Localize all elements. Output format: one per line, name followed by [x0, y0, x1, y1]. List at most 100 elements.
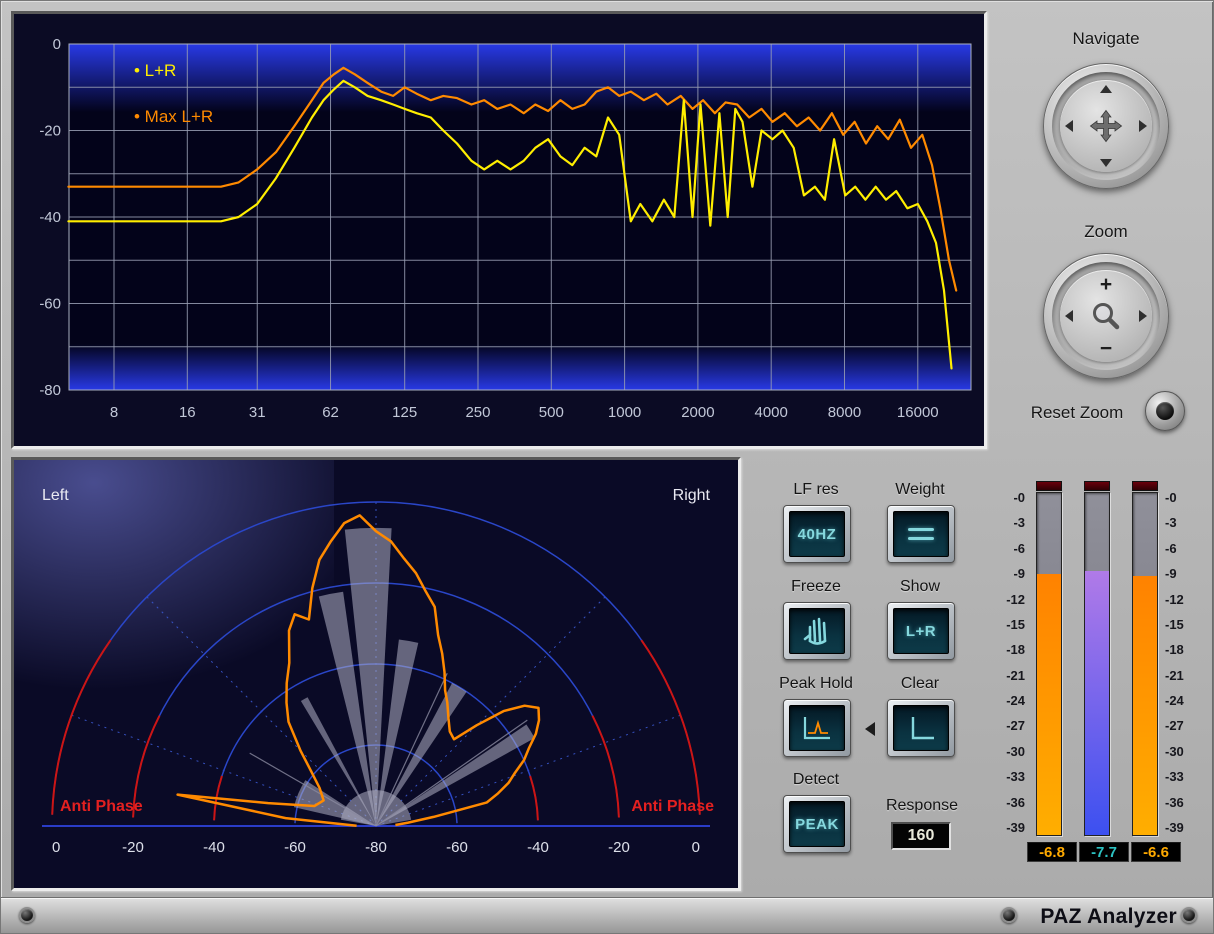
meter-scale-tick: -30: [1165, 744, 1184, 760]
meter-left-readout[interactable]: -6.8: [1027, 842, 1077, 862]
clip-indicator-left[interactable]: [1036, 481, 1062, 491]
reset-zoom-button[interactable]: [1145, 391, 1185, 431]
zoom-in-icon[interactable]: +: [1100, 274, 1112, 295]
y-axis-tick: -40: [39, 209, 61, 226]
meter-right: [1132, 492, 1158, 836]
magnifier-icon[interactable]: [1089, 299, 1123, 333]
meter-scale-tick: -39: [1165, 820, 1184, 836]
meter-scale-tick: -6: [1013, 541, 1025, 557]
polar-axis-tick: -60: [284, 839, 306, 856]
meter-scale-tick: -9: [1013, 566, 1025, 582]
bottom-bar: PAZ Analyzer: [1, 897, 1214, 934]
clip-indicator-mid[interactable]: [1084, 481, 1110, 491]
weight-icon: [908, 528, 934, 540]
zoom-right-icon[interactable]: [1139, 310, 1147, 322]
zoom-pad[interactable]: + −: [1043, 253, 1169, 379]
zoom-left-icon[interactable]: [1065, 310, 1073, 322]
meter-scale-tick: -15: [1006, 617, 1025, 633]
y-axis-tick: -20: [39, 123, 61, 140]
antiphase-label-right: Anti Phase: [631, 798, 714, 815]
meter-scale-tick: -12: [1006, 592, 1025, 608]
polar-axis-tick: -20: [122, 839, 144, 856]
meter-scale-tick: -27: [1165, 718, 1184, 734]
navigate-right-icon[interactable]: [1139, 120, 1147, 132]
x-axis-tick: 2000: [681, 404, 714, 421]
lf-res-value: 40HZ: [798, 526, 837, 543]
lf-res-button[interactable]: 40HZ: [783, 505, 851, 563]
meter-scale-tick: -0: [1165, 490, 1177, 506]
weight-button[interactable]: [887, 505, 955, 563]
meter-scale-tick: -24: [1006, 693, 1025, 709]
meter-scale-tick: -6: [1165, 541, 1177, 557]
meter-mid: [1084, 492, 1110, 836]
navigate-down-icon[interactable]: [1100, 159, 1112, 167]
navigate-left-icon[interactable]: [1065, 120, 1073, 132]
meter-scale-tick: -12: [1165, 592, 1184, 608]
stereo-position-chart: LeftRightAnti PhaseAnti Phase0-20-40-60-…: [14, 460, 738, 888]
response-value: 160: [908, 827, 935, 845]
polar-axis-tick: 0: [692, 839, 700, 856]
navigate-pad[interactable]: [1043, 63, 1169, 189]
freeze-button[interactable]: [783, 602, 851, 660]
freeze-label: Freeze: [756, 578, 876, 596]
meter-scale-tick: -24: [1165, 693, 1184, 709]
meter-scale-tick: -18: [1165, 642, 1184, 658]
peak-hold-button[interactable]: [783, 699, 851, 757]
meter-right-readout[interactable]: -6.6: [1131, 842, 1181, 862]
detect-button[interactable]: PEAK: [783, 795, 851, 853]
x-axis-tick: 125: [392, 404, 417, 421]
show-button[interactable]: L+R: [887, 602, 955, 660]
meter-scale-tick: -21: [1165, 668, 1184, 684]
x-axis-tick: 4000: [755, 404, 788, 421]
meter-scale-tick: -36: [1165, 795, 1184, 811]
y-axis-tick: 0: [53, 36, 61, 53]
meter-mid-fill: [1085, 571, 1109, 835]
polar-axis-tick: -60: [446, 839, 468, 856]
clip-indicator-right[interactable]: [1132, 481, 1158, 491]
antiphase-label-left: Anti Phase: [60, 798, 143, 815]
zoom-label: Zoom: [1041, 222, 1171, 242]
meter-scale-tick: -21: [1006, 668, 1025, 684]
meter-scale-tick: -9: [1165, 566, 1177, 582]
navigate-cross-icon[interactable]: [1088, 108, 1124, 144]
polar-axis-tick: -20: [608, 839, 630, 856]
response-display[interactable]: 160: [891, 822, 951, 850]
meter-scale-right: -0 -3 -6 -9 -12 -15 -18 -21 -24 -27 -30 -33 -36 -39: [1165, 490, 1203, 836]
meter-scale-tick: -3: [1165, 515, 1177, 531]
round-knob-icon-right[interactable]: [1181, 907, 1197, 923]
clear-button[interactable]: [887, 699, 955, 757]
meter-scale-tick: -33: [1165, 769, 1184, 785]
polar-axis-tick: -40: [203, 839, 225, 856]
polar-axis-tick: 0: [52, 839, 60, 856]
navigate-pad-face: [1060, 80, 1152, 172]
left-label: Left: [42, 487, 69, 504]
show-label: Show: [860, 578, 980, 596]
meter-scale-tick: -15: [1165, 617, 1184, 633]
meter-scale-tick: -36: [1006, 795, 1025, 811]
navigate-pad-ring: [1052, 72, 1160, 180]
x-axis-tick: 1000: [608, 404, 641, 421]
meter-scale-tick: -0: [1013, 490, 1025, 506]
x-axis-tick: 62: [322, 404, 339, 421]
meter-mid-readout[interactable]: -7.7: [1079, 842, 1129, 862]
round-knob-icon-title[interactable]: [1001, 907, 1017, 923]
legend-item: • Max L+R: [134, 107, 213, 126]
round-knob-icon-left[interactable]: [19, 907, 35, 923]
lf-res-label: LF res: [756, 481, 876, 499]
peak-hold-icon: [799, 713, 835, 743]
freeze-hand-icon: [802, 615, 832, 647]
zoom-pad-ring: + −: [1052, 262, 1160, 370]
meter-scale-tick: -3: [1013, 515, 1025, 531]
zoom-out-icon[interactable]: −: [1100, 338, 1112, 359]
link-arrow-icon[interactable]: [865, 722, 875, 736]
meter-scale-tick: -33: [1006, 769, 1025, 785]
x-axis-tick: 8: [110, 404, 118, 421]
spectrum-display[interactable]: 0-20-40-60-80816316212525050010002000400…: [11, 11, 987, 449]
show-value: L+R: [906, 623, 936, 640]
navigate-label: Navigate: [1041, 29, 1171, 49]
meter-scale-tick: -39: [1006, 820, 1025, 836]
polar-axis-tick: -40: [527, 839, 549, 856]
stereo-position-display[interactable]: LeftRightAnti PhaseAnti Phase0-20-40-60-…: [11, 457, 741, 891]
navigate-up-icon[interactable]: [1100, 85, 1112, 93]
meter-right-fill: [1133, 576, 1157, 835]
